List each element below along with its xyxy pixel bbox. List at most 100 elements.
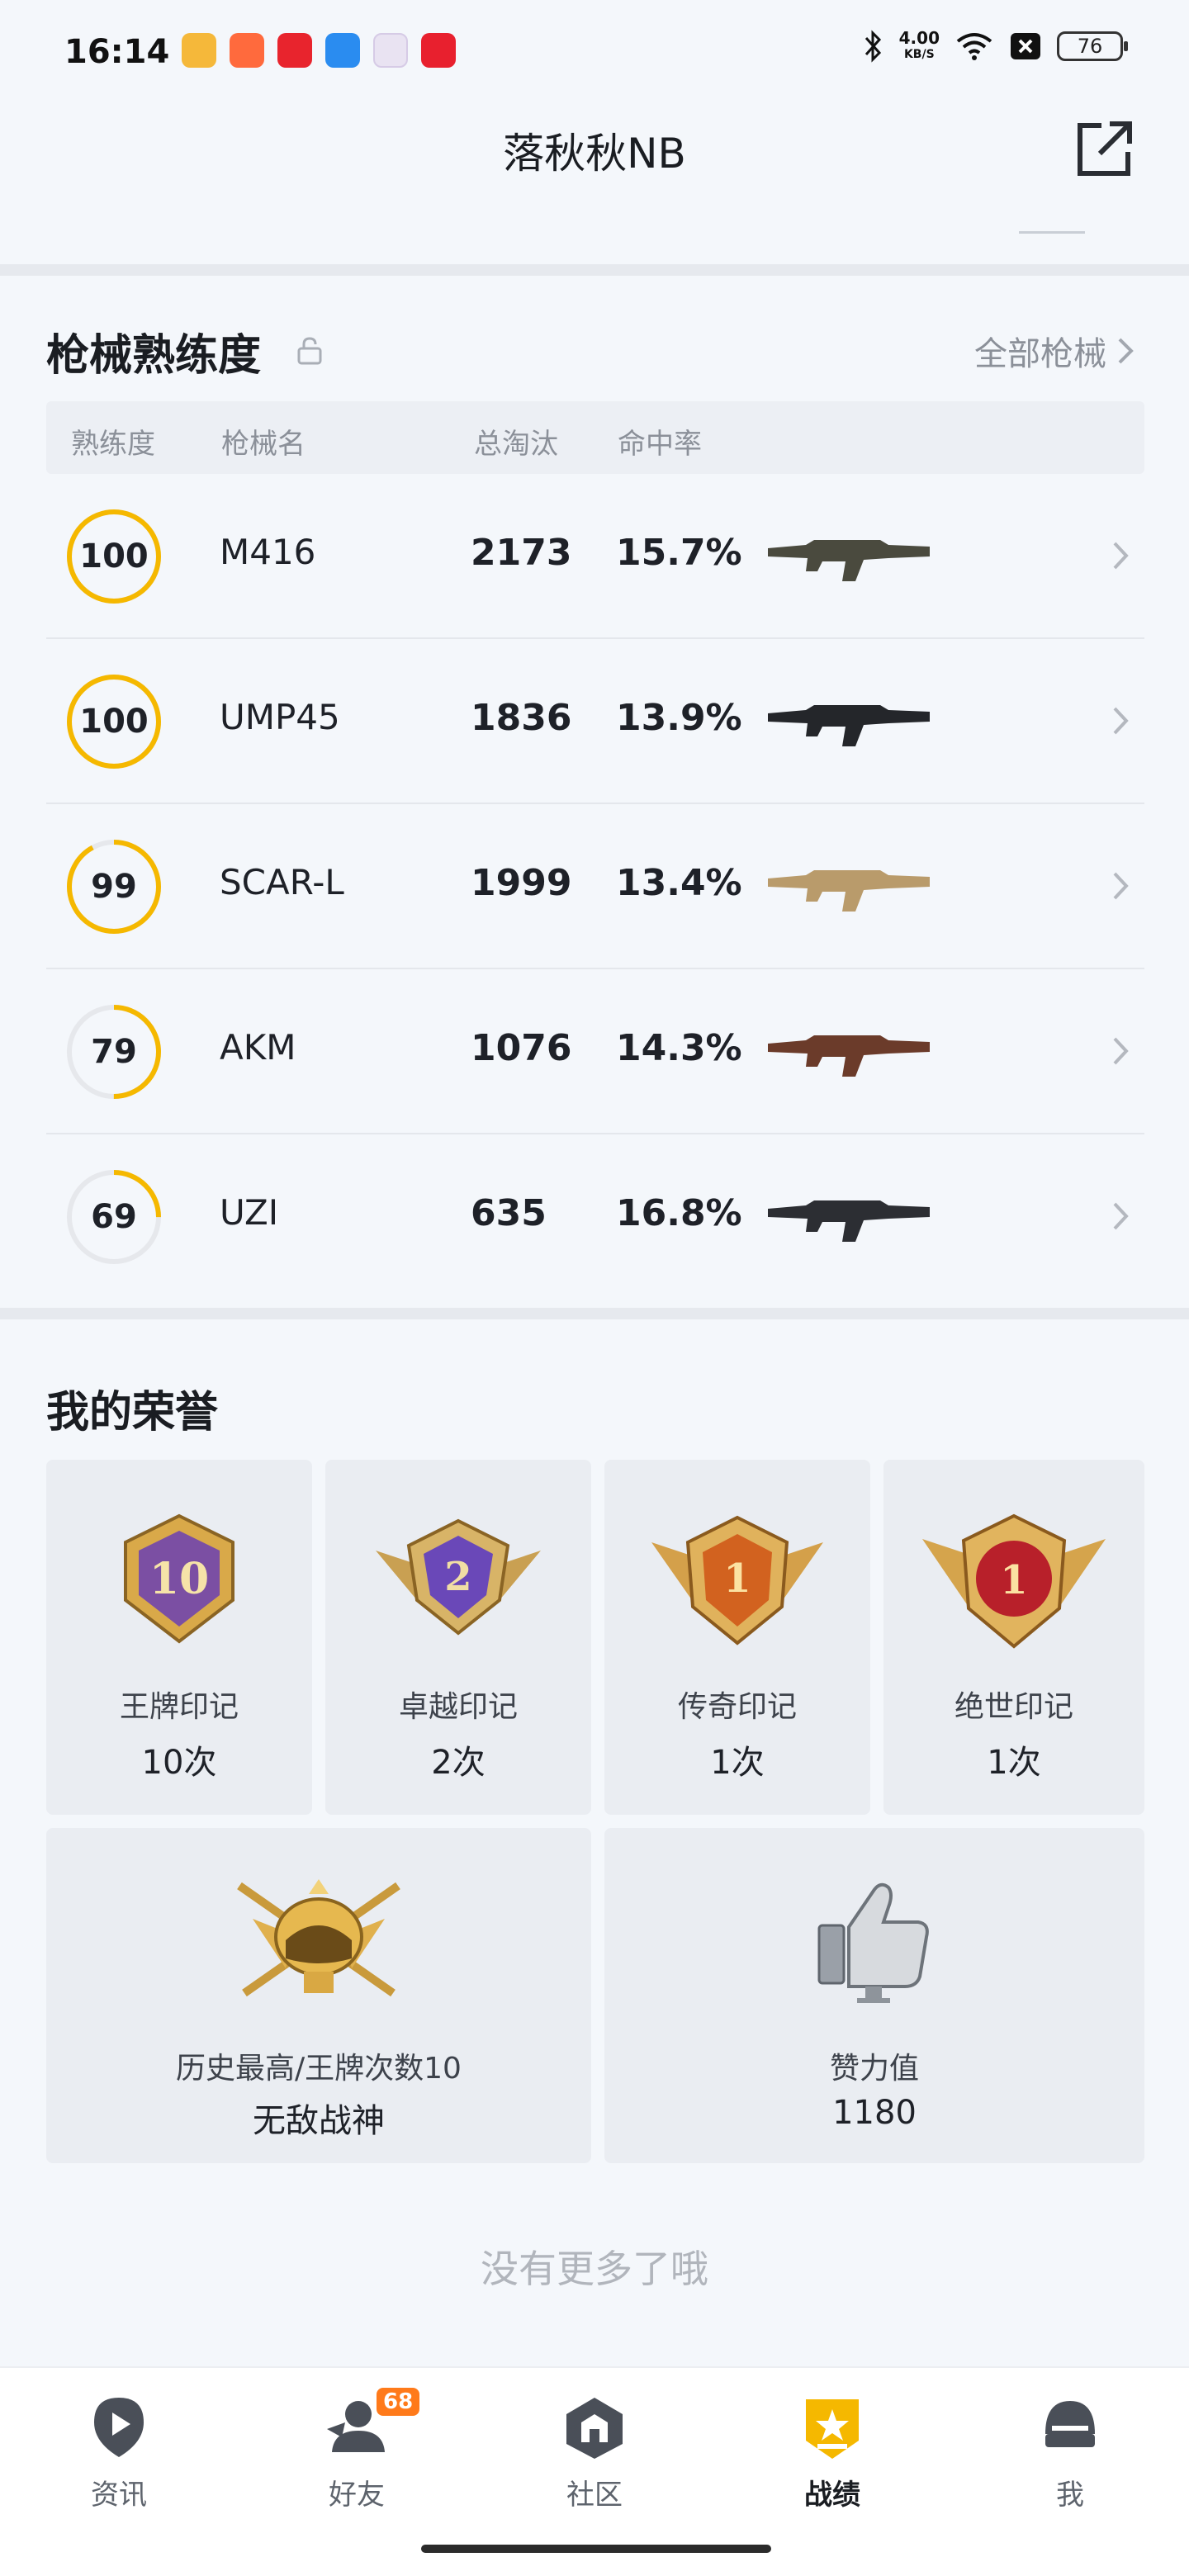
lock-icon[interactable] xyxy=(296,335,324,367)
honor-card-ace[interactable]: 10 王牌印记 10次 xyxy=(46,1460,312,1815)
profile-icon xyxy=(1045,2401,1095,2447)
weapon-total-kills: 2173 xyxy=(471,532,572,574)
network-speed-unit: KB/S xyxy=(903,48,935,61)
honor-card-excellent[interactable]: 2 卓越印记 2次 xyxy=(325,1460,591,1815)
home-indicator[interactable] xyxy=(421,2545,771,2553)
column-proficiency: 熟练度 xyxy=(71,428,155,461)
honor-card-peerless[interactable]: 1 绝世印记 1次 xyxy=(883,1460,1144,1815)
photos-app-icon xyxy=(373,33,408,68)
weapon-row[interactable]: 100 UMP45 1836 13.9% xyxy=(46,639,1144,804)
all-weapons-link[interactable]: 全部枪械 xyxy=(974,327,1135,375)
likes-label: 赞力值 xyxy=(829,2052,919,2086)
highest-tier-label: 历史最高/王牌次数10 xyxy=(176,2052,462,2086)
bluetooth-icon xyxy=(865,30,881,63)
ace-mark-badge-icon: 10 xyxy=(124,1513,234,1644)
legend-mark-badge-icon: 1 xyxy=(651,1515,823,1646)
game-app-icon xyxy=(230,33,264,68)
weapon-name: AKM xyxy=(220,1027,296,1068)
honor-count: 10次 xyxy=(141,1744,217,1782)
honors-section: 我的荣誉 10 王牌印记 10次 2 卓越印记 2次 1 传奇印记 1次 1 绝… xyxy=(0,1319,1189,2335)
header-tab-indicator xyxy=(1019,231,1085,234)
column-weapon-name: 枪械名 xyxy=(221,428,306,461)
weapon-row[interactable]: 99 SCAR-L 1999 13.4% xyxy=(46,804,1144,969)
weapon-image-icon xyxy=(768,1200,930,1242)
weapon-table-header: 熟练度 枪械名 总淘汰 命中率 xyxy=(46,401,1144,474)
network-speed-value: 4.00 xyxy=(898,28,940,48)
weapon-total-kills: 635 xyxy=(471,1192,547,1234)
honor-name: 卓越印记 xyxy=(398,1690,518,1724)
chevron-right-icon xyxy=(1113,1202,1129,1230)
honor-card-legend[interactable]: 1 传奇印记 1次 xyxy=(604,1460,870,1815)
nav-label: 战绩 xyxy=(804,2479,860,2512)
shop-app-icon xyxy=(277,33,312,68)
thumbs-up-icon xyxy=(817,1882,929,2003)
weapon-name: UZI xyxy=(220,1192,279,1233)
all-weapons-label: 全部枪械 xyxy=(974,335,1106,373)
honors-section-title: 我的荣誉 xyxy=(46,1388,219,1437)
honor-name: 绝世印记 xyxy=(954,1690,1073,1724)
honor-name: 王牌印记 xyxy=(119,1690,239,1724)
weapon-image-icon xyxy=(768,705,930,746)
weapon-row[interactable]: 69 UZI 635 16.8% xyxy=(46,1134,1144,1300)
weapon-total-kills: 1836 xyxy=(471,697,572,739)
status-time: 16:14 xyxy=(64,33,170,71)
weapon-image-icon xyxy=(768,1035,930,1077)
weapon-total-kills: 1076 xyxy=(471,1027,572,1069)
weapon-row[interactable]: 100 M416 2173 15.7% xyxy=(46,474,1144,639)
status-indicators: 4.00 KB/S 76 xyxy=(863,30,1128,63)
weapon-name: M416 xyxy=(220,532,316,572)
conqueror-badge-icon xyxy=(237,1879,400,1997)
weapon-accuracy: 14.3% xyxy=(616,1027,742,1069)
proficiency-level: 100 xyxy=(79,703,149,741)
peerless-badge-number: 1 xyxy=(1000,1557,1027,1603)
honor-name: 传奇印记 xyxy=(677,1690,797,1724)
likes-value: 1180 xyxy=(832,2094,917,2132)
proficiency-level: 100 xyxy=(79,537,149,575)
highest-tier-value: 无敌战神 xyxy=(253,2102,385,2140)
network-speed: 4.00 KB/S xyxy=(899,30,940,63)
legend-badge-number: 1 xyxy=(723,1556,751,1602)
honor-count: 2次 xyxy=(431,1744,486,1782)
nav-item-stats[interactable]: 战绩 xyxy=(750,2393,915,2512)
proficiency-level: 99 xyxy=(91,868,137,906)
weapon-accuracy: 13.4% xyxy=(616,862,742,904)
chevron-right-icon xyxy=(1113,1037,1129,1065)
friends-count-badge: 68 xyxy=(377,2388,420,2416)
no-more-text: 没有更多了哦 xyxy=(481,2247,708,2291)
nav-item-friends[interactable]: 68 好友 xyxy=(274,2388,439,2512)
column-total-kills: 总淘汰 xyxy=(474,428,558,461)
honor-count: 1次 xyxy=(987,1744,1041,1782)
nav-label: 社区 xyxy=(566,2479,623,2512)
share-icon[interactable] xyxy=(1072,116,1138,182)
weapon-image-icon xyxy=(768,870,930,912)
music-app-icon xyxy=(421,33,456,68)
column-accuracy: 命中率 xyxy=(618,428,702,461)
wifi-icon xyxy=(956,33,992,60)
stats-icon xyxy=(806,2399,859,2459)
books-app-icon xyxy=(182,33,216,68)
weapon-proficiency-section: 枪械熟练度 全部枪械 熟练度 枪械名 总淘汰 命中率 100 M416 2173 15… xyxy=(0,276,1189,1308)
excellent-badge-number: 2 xyxy=(444,1554,471,1600)
no-sim-icon xyxy=(1011,33,1040,59)
community-icon xyxy=(566,2398,623,2459)
proficiency-level: 69 xyxy=(91,1198,137,1236)
nav-item-news[interactable]: 资讯 xyxy=(36,2393,201,2512)
weapon-name: UMP45 xyxy=(220,697,340,737)
honor-card-highest-tier[interactable]: 历史最高/王牌次数10 无敌战神 xyxy=(46,1828,591,2163)
weapon-row[interactable]: 79 AKM 1076 14.3% xyxy=(46,969,1144,1134)
excellent-mark-badge-icon: 2 xyxy=(376,1518,541,1636)
page-header: 落秋秋NB xyxy=(0,102,1189,264)
honor-card-likes[interactable]: 赞力值 1180 xyxy=(604,1828,1144,2163)
weapon-accuracy: 15.7% xyxy=(616,532,742,574)
nav-item-profile[interactable]: 我 xyxy=(988,2393,1153,2512)
chevron-right-icon xyxy=(1118,338,1134,364)
weapon-accuracy: 16.8% xyxy=(616,1192,742,1234)
section-divider xyxy=(0,1308,1189,1319)
chevron-right-icon xyxy=(1113,542,1129,570)
section-divider xyxy=(0,264,1189,276)
page-title: 落秋秋NB xyxy=(503,130,686,178)
weapon-accuracy: 13.9% xyxy=(616,697,742,739)
nav-item-community[interactable]: 社区 xyxy=(512,2393,677,2512)
chevron-right-icon xyxy=(1113,872,1129,900)
peerless-mark-badge-icon: 1 xyxy=(922,1513,1106,1649)
